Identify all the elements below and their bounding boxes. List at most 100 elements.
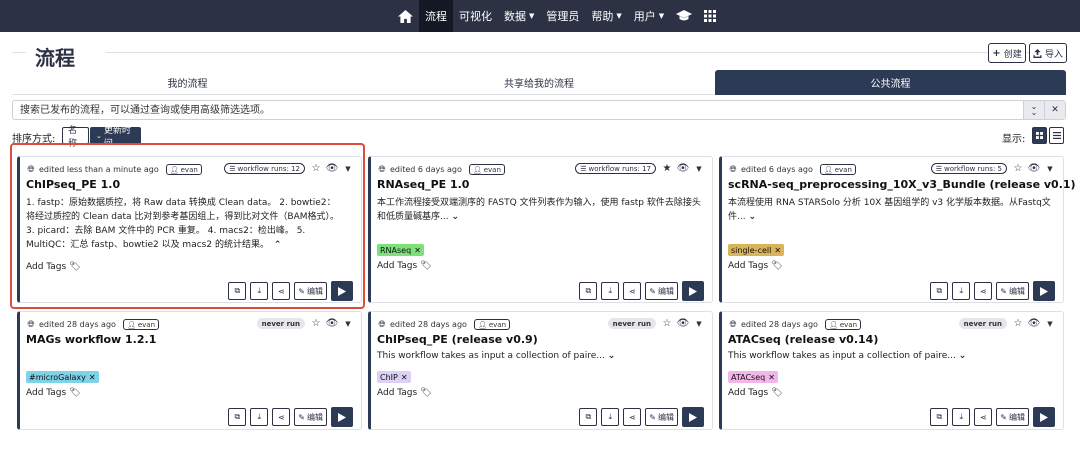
share-button[interactable]: ⋖ <box>272 408 291 426</box>
owner-badge[interactable]: 👤︎ evan <box>122 319 160 330</box>
edit-button[interactable]: ✎ 编辑 <box>645 282 678 300</box>
add-tags-button[interactable]: Add Tags 🏷︎ <box>377 261 432 271</box>
download-button[interactable]: ⤓ <box>250 282 269 300</box>
list-view-button[interactable] <box>1049 127 1064 144</box>
advanced-filter-button[interactable]: ⌄ ⌄ <box>1023 101 1044 119</box>
download-button[interactable]: ⤓ <box>952 282 971 300</box>
caret-down-icon[interactable]: ▼ <box>694 319 704 329</box>
run-button[interactable] <box>1033 281 1055 301</box>
run-button[interactable] <box>1033 407 1055 427</box>
remove-tag-icon[interactable]: ✕ <box>414 246 421 255</box>
eye-icon[interactable]: 👁︎ <box>326 318 339 329</box>
edit-button[interactable]: ✎ 编辑 <box>645 408 678 426</box>
search-input[interactable] <box>13 101 1023 119</box>
edit-button[interactable]: ✎ 编辑 <box>294 408 327 426</box>
copy-button[interactable]: ⧉ <box>579 282 598 300</box>
star-outline-icon[interactable]: ☆ <box>311 163 321 174</box>
run-button[interactable] <box>331 407 353 427</box>
tab-shared-workflows[interactable]: 共享给我的流程 <box>363 70 715 95</box>
eye-icon[interactable]: 👁︎ <box>326 163 339 174</box>
nav-help[interactable]: 帮助 ▼ <box>585 0 627 32</box>
run-button[interactable] <box>682 281 704 301</box>
workflow-runs-badge[interactable]: ☰ workflow runs: 12 <box>224 163 305 174</box>
caret-down-icon[interactable]: ▼ <box>1045 164 1055 174</box>
chevron-up-icon[interactable]: ⌃ <box>274 240 282 250</box>
add-tags-button[interactable]: Add Tags 🏷︎ <box>26 388 81 398</box>
nav-visualize[interactable]: 可视化 <box>453 0 498 32</box>
workflow-title[interactable]: ChIPseq_PE (release v0.9) <box>377 333 538 346</box>
sort-by-updated-button[interactable]: ⌄ 更新时间 <box>90 126 141 149</box>
caret-down-icon[interactable]: ▼ <box>343 319 353 329</box>
chevron-down-icon[interactable]: ⌄ <box>451 212 459 222</box>
download-button[interactable]: ⤓ <box>601 408 620 426</box>
chevron-down-icon[interactable]: ⌄ <box>608 351 616 361</box>
copy-button[interactable]: ⧉ <box>579 408 598 426</box>
caret-down-icon[interactable]: ▼ <box>343 164 353 174</box>
download-button[interactable]: ⤓ <box>250 408 269 426</box>
nav-admin[interactable]: 管理员 <box>540 0 585 32</box>
workflow-title[interactable]: scRNA-seq_preprocessing_10X_v3_Bundle (r… <box>728 178 1076 191</box>
grid-view-button[interactable] <box>1032 127 1047 144</box>
star-outline-icon[interactable]: ☆ <box>662 318 672 329</box>
sort-by-name-button[interactable]: 名称 <box>62 126 89 149</box>
edit-button[interactable]: ✎ 编辑 <box>294 282 327 300</box>
star-outline-icon[interactable]: ☆ <box>311 318 321 329</box>
star-outline-icon[interactable]: ☆ <box>1013 318 1023 329</box>
run-button[interactable] <box>331 281 353 301</box>
clear-search-button[interactable]: ✕ <box>1044 101 1065 119</box>
share-button[interactable]: ⋖ <box>272 282 291 300</box>
add-tags-button[interactable]: Add Tags 🏷︎ <box>377 388 432 398</box>
nav-data[interactable]: 数据 ▼ <box>498 0 540 32</box>
create-button[interactable]: + 创建 <box>988 43 1026 63</box>
nav-user[interactable]: 用户 ▼ <box>628 0 670 32</box>
workflow-runs-badge[interactable]: ☰ workflow runs: 17 <box>575 163 656 174</box>
share-button[interactable]: ⋖ <box>623 408 642 426</box>
edit-button[interactable]: ✎ 编辑 <box>996 282 1029 300</box>
remove-tag-icon[interactable]: ✕ <box>768 373 775 382</box>
copy-button[interactable]: ⧉ <box>228 408 247 426</box>
share-button[interactable]: ⋖ <box>974 408 993 426</box>
add-tags-button[interactable]: Add Tags 🏷︎ <box>728 388 783 398</box>
star-filled-icon[interactable]: ★ <box>662 163 672 174</box>
apps-grid-icon[interactable] <box>698 0 722 32</box>
edit-button[interactable]: ✎ 编辑 <box>996 408 1029 426</box>
owner-badge[interactable]: 👤︎ evan <box>468 164 505 175</box>
add-tags-button[interactable]: Add Tags 🏷︎ <box>26 262 81 272</box>
import-button[interactable]: 导入 <box>1029 43 1067 63</box>
chevron-down-icon[interactable]: ⌄ <box>748 212 756 222</box>
remove-tag-icon[interactable]: ✕ <box>89 373 96 382</box>
eye-icon[interactable]: 👁︎ <box>677 163 690 174</box>
copy-button[interactable]: ⧉ <box>228 282 247 300</box>
workflow-title[interactable]: ATACseq (release v0.14) <box>728 333 878 346</box>
owner-badge[interactable]: 👤︎ evan <box>819 164 856 175</box>
owner-badge[interactable]: 👤︎ evan <box>165 164 202 175</box>
workflow-runs-badge[interactable]: ☰ workflow runs: 5 <box>930 163 1007 174</box>
caret-down-icon[interactable]: ▼ <box>694 164 704 174</box>
workflow-title[interactable]: RNAseq_PE 1.0 <box>377 178 469 191</box>
remove-tag-icon[interactable]: ✕ <box>774 246 781 255</box>
share-button[interactable]: ⋖ <box>974 282 993 300</box>
workflow-title[interactable]: ChIPseq_PE 1.0 <box>26 178 120 191</box>
tab-my-workflows[interactable]: 我的流程 <box>12 70 363 95</box>
nav-workflows[interactable]: 流程 <box>419 0 453 32</box>
owner-badge[interactable]: 👤︎ evan <box>473 319 511 330</box>
chevron-down-icon[interactable]: ⌄ <box>959 351 967 361</box>
eye-icon[interactable]: 👁︎ <box>1028 163 1041 174</box>
owner-badge[interactable]: 👤︎ evan <box>824 319 862 330</box>
add-tags-button[interactable]: Add Tags 🏷︎ <box>728 261 783 271</box>
eye-icon[interactable]: 👁︎ <box>677 318 690 329</box>
share-button[interactable]: ⋖ <box>623 282 642 300</box>
workflow-title[interactable]: MAGs workflow 1.2.1 <box>26 333 156 346</box>
download-button[interactable]: ⤓ <box>601 282 620 300</box>
graduation-cap-icon[interactable] <box>670 0 698 32</box>
copy-button[interactable]: ⧉ <box>930 408 949 426</box>
run-button[interactable] <box>682 407 704 427</box>
caret-down-icon[interactable]: ▼ <box>1045 319 1055 329</box>
remove-tag-icon[interactable]: ✕ <box>401 373 408 382</box>
star-outline-icon[interactable]: ☆ <box>1013 163 1023 174</box>
download-button[interactable]: ⤓ <box>952 408 971 426</box>
copy-button[interactable]: ⧉ <box>930 282 949 300</box>
home-icon[interactable] <box>392 0 419 32</box>
eye-icon[interactable]: 👁︎ <box>1028 318 1041 329</box>
tab-public-workflows[interactable]: 公共流程 <box>715 70 1066 95</box>
